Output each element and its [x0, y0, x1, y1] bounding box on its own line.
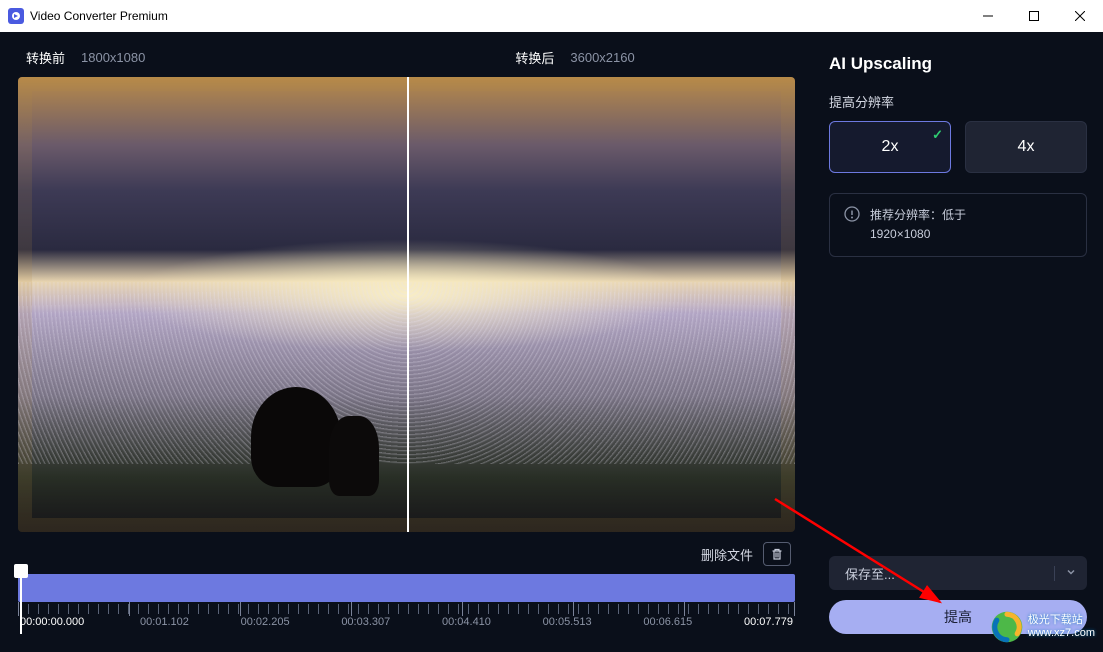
- chevron-down-icon: [1054, 566, 1077, 581]
- time-label: 00:01.102: [140, 616, 189, 628]
- minimize-button[interactable]: [965, 0, 1011, 32]
- resolution-section-label: 提高分辨率: [829, 92, 1087, 111]
- playhead-line: [20, 574, 22, 634]
- scale-label: 4x: [1018, 138, 1035, 156]
- timeline-labels: 00:00:00.000 00:01.102 00:02.205 00:03.3…: [18, 616, 795, 628]
- time-label: 00:05.513: [543, 616, 592, 628]
- save-to-dropdown[interactable]: 保存至...: [829, 556, 1087, 590]
- maximize-button[interactable]: [1011, 0, 1057, 32]
- delete-file-label: 删除文件: [701, 545, 753, 564]
- panel-title: AI Upscaling: [829, 54, 1087, 74]
- info-icon: [844, 206, 860, 222]
- video-preview[interactable]: [18, 77, 795, 532]
- info-line2: 1920×1080: [870, 225, 966, 244]
- time-label: 00:03.307: [341, 616, 390, 628]
- enhance-label: 提高: [944, 607, 972, 627]
- scale-label: 2x: [882, 138, 899, 156]
- time-label: 00:04.410: [442, 616, 491, 628]
- before-value: 1800x1080: [81, 50, 145, 65]
- time-label: 00:00:00.000: [20, 616, 88, 628]
- enhance-button[interactable]: 提高: [829, 600, 1087, 634]
- info-line1: 推荐分辨率：低于: [870, 206, 966, 225]
- time-label: 00:02.205: [241, 616, 290, 628]
- close-button[interactable]: [1057, 0, 1103, 32]
- save-to-label: 保存至...: [845, 564, 895, 583]
- before-label: 转换前: [26, 48, 65, 67]
- app-icon: [8, 8, 24, 24]
- timeline[interactable]: 00:00:00.000 00:01.102 00:02.205 00:03.3…: [18, 574, 795, 634]
- window-title: Video Converter Premium: [30, 9, 965, 23]
- after-value: 3600x2160: [570, 50, 634, 65]
- recommendation-box: 推荐分辨率：低于 1920×1080: [829, 193, 1087, 257]
- timeline-track[interactable]: [18, 574, 795, 602]
- trash-icon[interactable]: [763, 542, 791, 566]
- comparison-divider[interactable]: [407, 77, 409, 532]
- after-label: 转换后: [515, 48, 554, 67]
- resolution-header: 转换前 1800x1080 转换后 3600x2160: [18, 44, 795, 77]
- time-label: 00:06.615: [643, 616, 692, 628]
- check-icon: ✓: [932, 127, 943, 143]
- titlebar: Video Converter Premium: [0, 0, 1103, 32]
- scale-2x-button[interactable]: ✓ 2x: [829, 121, 951, 173]
- scale-4x-button[interactable]: 4x: [965, 121, 1087, 173]
- time-label: 00:07.779: [744, 616, 793, 628]
